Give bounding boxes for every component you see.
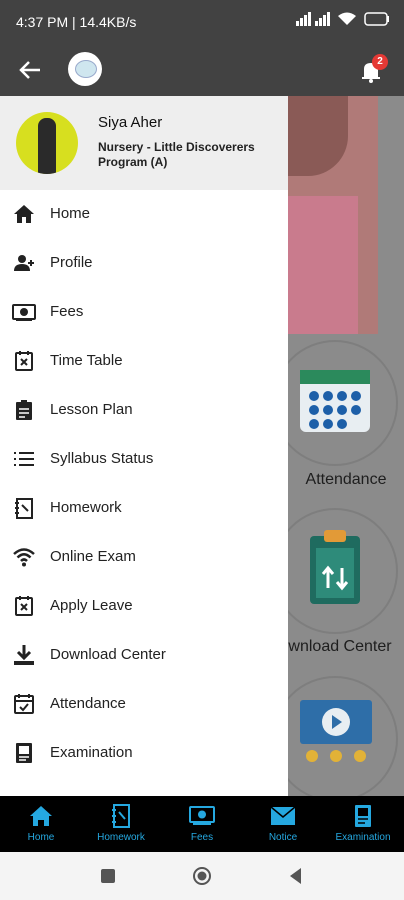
navigation-drawer: Siya Aher Nursery - Little Discoverers P…: [0, 96, 288, 796]
menu-item-label: Syllabus Status: [50, 450, 154, 467]
menu-item-label: Homework: [50, 499, 122, 516]
back-button-icon[interactable]: [286, 866, 306, 886]
drawer-header[interactable]: Siya Aher Nursery - Little Discoverers P…: [0, 96, 288, 190]
status-icons: [296, 12, 390, 29]
menu-item-label: Home: [50, 205, 91, 222]
battery-icon: [364, 12, 390, 29]
wifi-icon: [13, 548, 35, 567]
homework-icon: [15, 498, 33, 519]
tab-label: Notice: [268, 832, 298, 843]
leave-icon: [15, 596, 33, 616]
mail-icon: [270, 806, 296, 825]
download-center-tile-label: wnload Center: [288, 638, 392, 655]
menu-item-label: Online Exam: [50, 548, 136, 565]
status-time: 4:37 PM | 14.4KB/s: [16, 14, 137, 30]
tab-label: Home: [27, 832, 55, 843]
profile-icon: [14, 255, 34, 271]
menu-item-examination[interactable]: Examination: [0, 729, 288, 777]
examination-icon: [16, 743, 32, 763]
menu-item-online-exam[interactable]: Online Exam: [0, 533, 288, 581]
tab-label: Homework: [97, 832, 145, 843]
bottom-navigation: Home Homework Fees Notice Examination: [0, 796, 404, 852]
home-icon: [14, 205, 34, 223]
menu-item-label: Download Center: [50, 646, 166, 663]
clipboard-icon: [310, 530, 360, 604]
menu-item-label: Lesson Plan: [50, 401, 133, 418]
menu-item-download-center[interactable]: Download Center: [0, 631, 288, 679]
menu-item-label: Attendance: [50, 695, 126, 712]
menu-item-fees[interactable]: Fees: [0, 288, 288, 336]
recents-icon[interactable]: [98, 866, 118, 886]
tab-home[interactable]: Home: [1, 796, 81, 852]
menu-item-label: Apply Leave: [50, 597, 133, 614]
tab-homework[interactable]: Homework: [81, 796, 161, 852]
school-logo: [68, 52, 102, 86]
banner-image: [288, 96, 378, 334]
menu-item-apply-leave[interactable]: Apply Leave: [0, 582, 288, 630]
tab-fees[interactable]: Fees: [162, 796, 242, 852]
status-bar: 4:37 PM | 14.4KB/s: [0, 0, 404, 44]
attendance-icon: [14, 694, 34, 714]
tab-notice[interactable]: Notice: [243, 796, 323, 852]
menu-item-timetable[interactable]: Time Table: [0, 337, 288, 385]
syllabus-icon: [14, 452, 34, 466]
student-class: Nursery - Little Discoverers Program (A): [98, 140, 255, 169]
fees-tab-icon: [189, 806, 215, 825]
notification-badge: 2: [372, 54, 388, 70]
tab-examination[interactable]: Examination: [323, 796, 403, 852]
lesson-plan-icon: [16, 400, 32, 420]
fees-icon: [12, 304, 36, 321]
menu-item-label: Examination: [50, 744, 133, 761]
examination-tab-icon: [355, 805, 371, 827]
timetable-icon: [15, 351, 33, 371]
tab-label: Fees: [190, 832, 214, 843]
menu-item-homework[interactable]: Homework: [0, 484, 288, 532]
home-button-icon[interactable]: [192, 866, 212, 886]
home-tab-icon: [30, 806, 52, 826]
signal-icon: [296, 12, 330, 29]
menu-item-label: Fees: [50, 303, 84, 320]
menu-item-attendance[interactable]: Attendance: [0, 680, 288, 728]
homework-tab-icon: [112, 804, 130, 828]
menu-item-lesson-plan[interactable]: Lesson Plan: [0, 386, 288, 434]
menu-item-label: Time Table: [50, 352, 123, 369]
video-class-icon: [300, 700, 372, 762]
app-bar: 2: [0, 44, 404, 96]
menu-item-profile[interactable]: Profile: [0, 239, 288, 287]
wifi-status-icon: [338, 12, 356, 29]
system-navigation-bar: [0, 852, 404, 900]
menu-item-home[interactable]: Home: [0, 190, 288, 238]
back-arrow-icon[interactable]: [16, 56, 44, 84]
menu-item-label: Profile: [50, 254, 93, 271]
avatar: [16, 112, 78, 174]
attendance-tile-label: Attendance: [305, 471, 387, 488]
download-icon: [14, 645, 34, 665]
menu-item-syllabus-status[interactable]: Syllabus Status: [0, 435, 288, 483]
dashboard-background: Attendance wnload Center: [272, 96, 404, 802]
student-name: Siya Aher: [98, 114, 163, 131]
calendar-icon: [300, 370, 370, 432]
tab-label: Examination: [335, 832, 391, 843]
